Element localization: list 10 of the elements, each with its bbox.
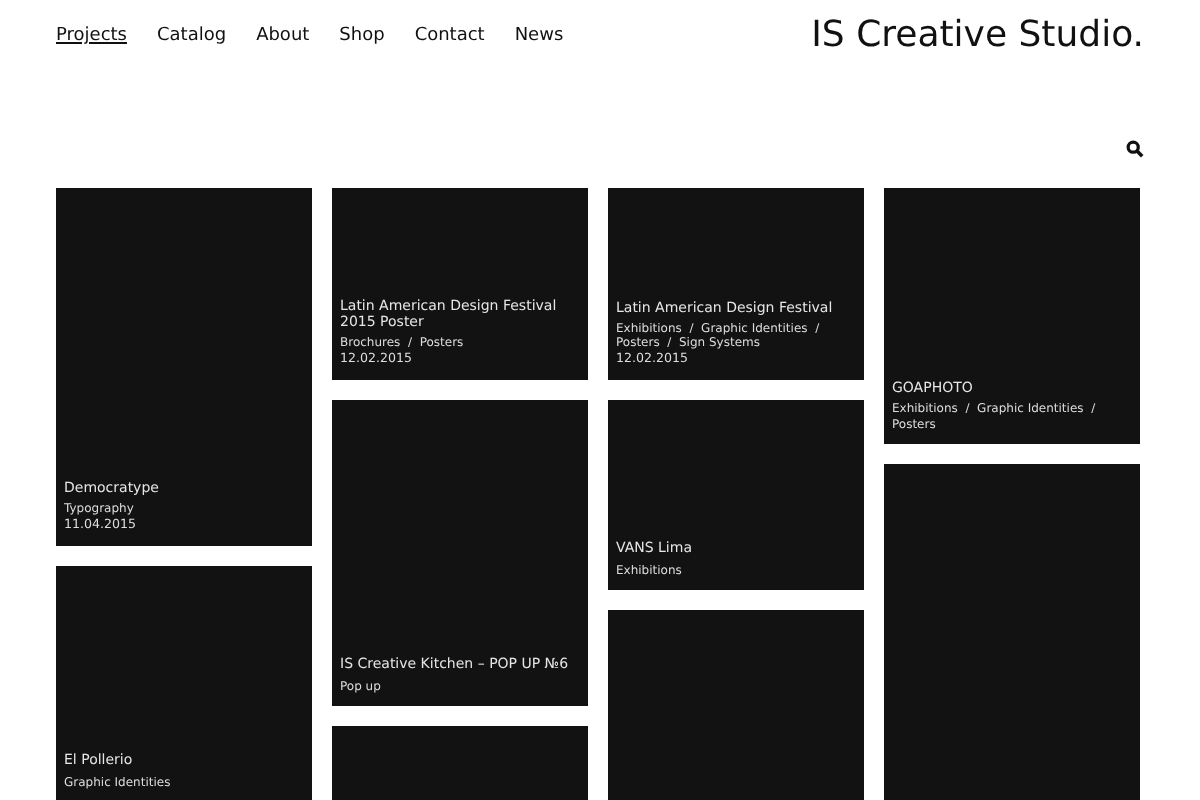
project-tile[interactable]: [608, 610, 864, 800]
nav-link[interactable]: Shop: [339, 24, 385, 51]
site-logo[interactable]: IS Creative Studio.: [811, 18, 1144, 54]
nav-link[interactable]: Catalog: [156, 24, 227, 51]
search-icon[interactable]: [1126, 140, 1144, 158]
project-tile[interactable]: [884, 464, 1140, 800]
nav-link[interactable]: News: [514, 24, 564, 51]
nav-link[interactable]: About: [256, 24, 310, 51]
nav-link[interactable]: Projects: [56, 24, 127, 51]
nav-link[interactable]: Contact: [414, 24, 485, 51]
